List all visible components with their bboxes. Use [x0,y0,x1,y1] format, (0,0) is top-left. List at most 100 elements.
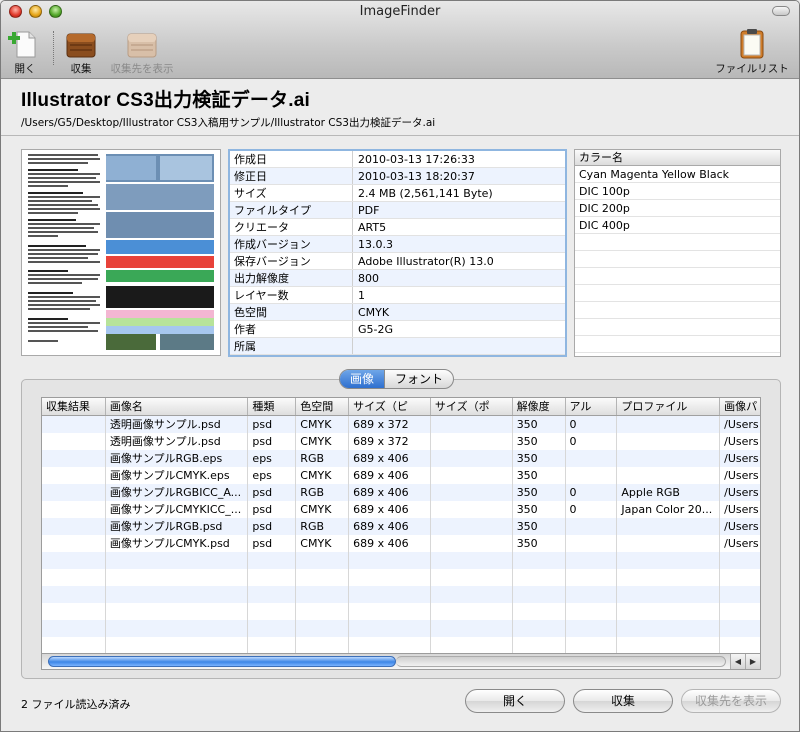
cell-profile [617,467,721,484]
file-list-tool-button[interactable]: ファイルリスト [711,27,793,76]
color-item[interactable]: DIC 200p [575,200,780,217]
column-header-kind[interactable]: 種類 [248,398,297,415]
color-item[interactable]: DIC 100p [575,183,780,200]
table-row[interactable]: 画像サンプルRGBICC_A... psd RGB 689 x 406 350 0 Appl… [42,484,760,501]
column-header-color-space[interactable]: 色空間 [296,398,350,415]
property-value: ART5 [358,221,387,234]
cell-resolution: 350 [513,433,566,450]
property-key: ファイルタイプ [230,202,353,218]
cell-alpha: 0 [566,433,618,450]
open-button[interactable]: 開く [465,689,565,713]
horizontal-scrollbar[interactable]: ◀ ▶ [41,654,761,670]
property-row[interactable]: サイズ 2.4 MB (2,561,141 Byte) [230,185,565,202]
collect-button[interactable]: 収集 [573,689,673,713]
cell-size-points [431,433,513,450]
cell-resolution: 350 [513,467,566,484]
table-empty-row [42,637,760,653]
property-key: レイヤー数 [230,287,353,303]
table-row[interactable]: 透明画像サンプル.psd psd CMYK 689 x 372 350 0/Users [42,433,760,450]
property-row[interactable]: クリエータ ART5 [230,219,565,236]
property-row[interactable]: 色空間 CMYK [230,304,565,321]
cell-image-name: 画像サンプルRGBICC_A... [106,484,249,501]
column-header-collect-result[interactable]: 収集結果 [42,398,106,415]
cell-image-name: 画像サンプルRGB.eps [106,450,249,467]
color-list-header[interactable]: カラー名 [575,150,780,166]
cell-color-space: RGB [296,450,350,467]
color-item[interactable]: DIC 400p [575,217,780,234]
property-row[interactable]: 修正日 2010-03-13 18:20:37 [230,168,565,185]
color-name-list[interactable]: カラー名 Cyan Magenta Yellow Black DIC 100p … [574,149,781,357]
cell-size-points [431,518,513,535]
table-row[interactable]: 画像サンプルCMYKICC_... psd CMYK 689 x 406 350 0 Jap… [42,501,760,518]
file-path: /Users/G5/Desktop/Illustrator CS3入稿用サンプル… [21,117,436,129]
tab-fonts[interactable]: フォント [384,370,453,388]
property-row[interactable]: レイヤー数 1 [230,287,565,304]
cell-collect-result [42,484,106,501]
color-empty-row [575,251,780,268]
property-row[interactable]: 保存バージョン Adobe Illustrator(R) 13.0 [230,253,565,270]
cell-collect-result [42,416,106,433]
column-header-image-name[interactable]: 画像名 [106,398,249,415]
column-header-alpha[interactable]: アル [566,398,618,415]
show-destination-button[interactable]: 収集先を表示 [681,689,781,713]
table-empty-row [42,552,760,569]
table-row[interactable]: 画像サンプルRGB.psd psd RGB 689 x 406 350/Users [42,518,760,535]
toolbar-toggle-button[interactable] [772,6,790,16]
scroll-left-button[interactable]: ◀ [730,654,745,669]
images-table: 収集結果 画像名 種類 色空間 サイズ（ピ サイズ（ポ 解像度 アル プロファイ… [41,397,761,654]
cell-alpha [566,450,618,467]
cell-kind: psd [248,433,297,450]
property-row[interactable]: 作成日 2010-03-13 17:26:33 [230,151,565,168]
cell-kind: psd [248,518,297,535]
cell-collect-result [42,535,106,552]
scrollbar-track[interactable] [396,656,726,667]
column-header-size-points[interactable]: サイズ（ポ [431,398,513,415]
property-row[interactable]: 作成バージョン 13.0.3 [230,236,565,253]
property-key: 作成日 [230,151,353,167]
column-header-profile[interactable]: プロファイル [617,398,721,415]
table-row[interactable]: 画像サンプルRGB.eps eps RGB 689 x 406 350/Users [42,450,760,467]
tab-images[interactable]: 画像 [340,370,385,388]
cell-size-pixels: 689 x 406 [349,484,431,501]
file-list-tool-label: ファイルリスト [715,63,789,75]
cell-image-path: /Users [724,503,759,516]
table-header: 収集結果 画像名 種類 色空間 サイズ（ピ サイズ（ポ 解像度 アル プロファイ… [42,398,760,416]
cell-collect-result [42,450,106,467]
property-key: 色空間 [230,304,353,320]
cell-collect-result [42,518,106,535]
column-header-size-pixels[interactable]: サイズ（ピ [349,398,431,415]
scroll-right-button[interactable]: ▶ [745,654,760,669]
table-row[interactable]: 画像サンプルCMYK.eps eps CMYK 689 x 406 350/Users [42,467,760,484]
cell-size-pixels: 689 x 406 [349,467,431,484]
cell-profile [617,535,721,552]
color-empty-row [575,319,780,336]
cell-profile: Apple RGB [617,484,721,501]
property-row[interactable]: 作者 G5-2G [230,321,565,338]
cell-color-space: CMYK [296,467,350,484]
property-key: 作成バージョン [230,236,353,252]
property-value [353,338,565,354]
property-value: G5-2G [358,323,394,336]
table-row[interactable]: 透明画像サンプル.psd psd CMYK 689 x 372 350 0/Users [42,416,760,433]
color-empty-row [575,285,780,302]
properties-table[interactable]: 作成日 2010-03-13 17:26:33 修正日 2010-03-13 18:… [228,149,567,357]
property-row[interactable]: 出力解像度 800 [230,270,565,287]
property-value: 1 [358,289,365,302]
cell-alpha [566,467,618,484]
cell-image-path: /Users [724,452,759,465]
property-row[interactable]: ファイルタイプ PDF [230,202,565,219]
show-destination-tool-button[interactable]: 収集先を表示 [105,27,179,76]
scrollbar-thumb[interactable] [48,656,396,667]
cell-alpha [566,518,618,535]
cell-size-points [431,467,513,484]
property-row[interactable]: 所属 [230,338,565,355]
collect-tool-button[interactable]: 収集 [63,27,99,76]
cell-image-name: 画像サンプルCMYK.psd [106,535,249,552]
cell-resolution: 350 [513,535,566,552]
table-row[interactable]: 画像サンプルCMYK.psd psd CMYK 689 x 406 350/Users [42,535,760,552]
column-header-image-path[interactable]: 画像パ [720,398,760,415]
column-header-resolution[interactable]: 解像度 [513,398,566,415]
cell-image-name: 画像サンプルRGB.psd [106,518,249,535]
color-item[interactable]: Cyan Magenta Yellow Black [575,166,780,183]
open-tool-button[interactable]: 開く [7,27,43,76]
